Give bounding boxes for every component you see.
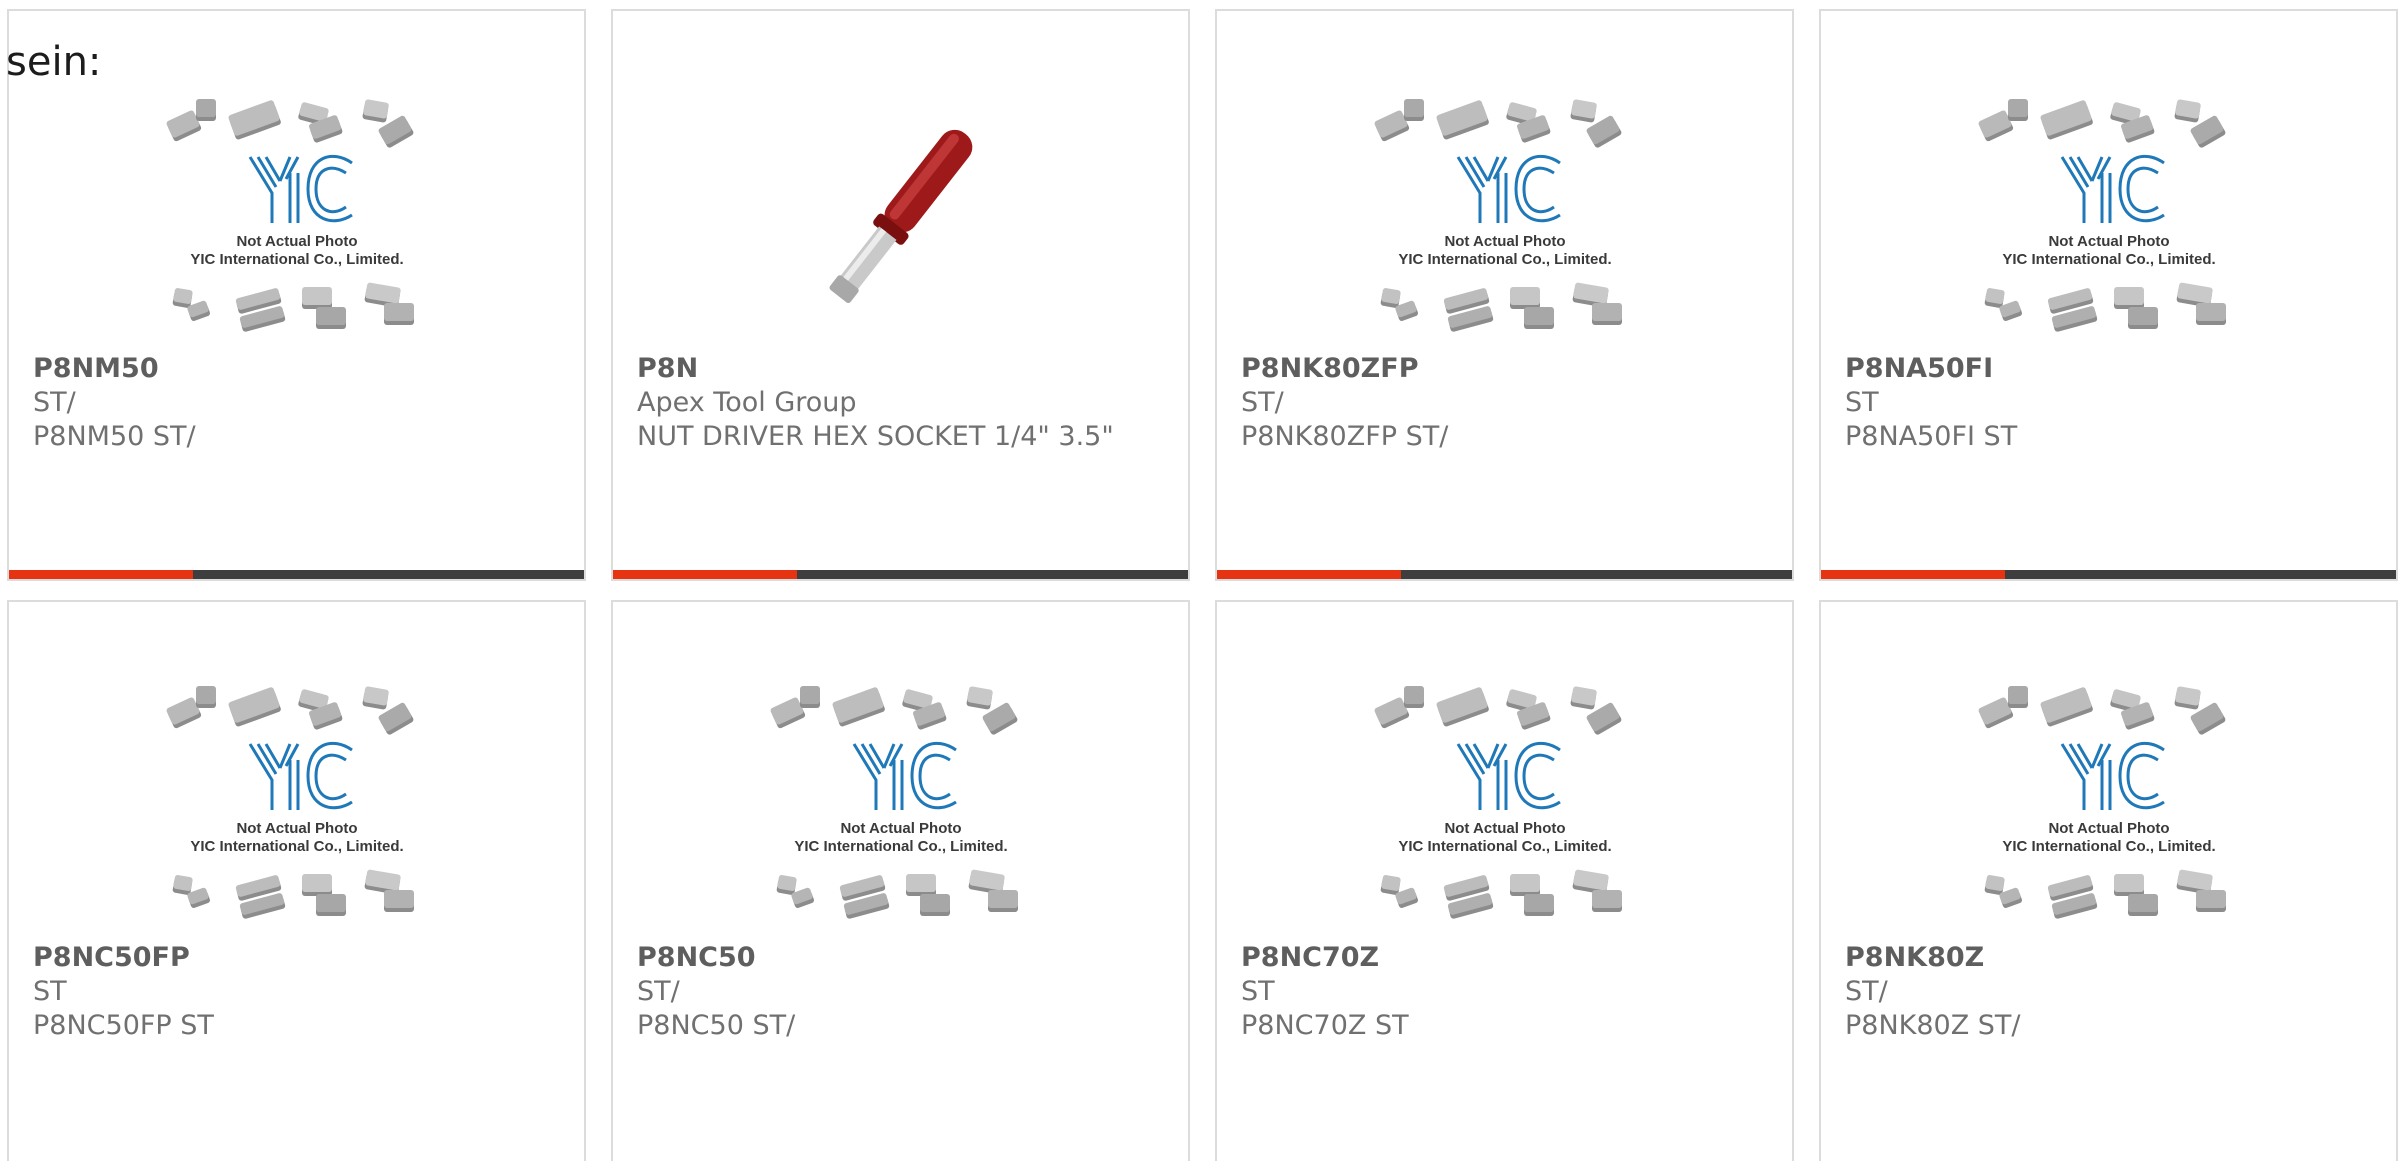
product-card[interactable]: Not Actual Photo YIC International Co., … — [7, 9, 586, 581]
product-info: P8NK80Z ST/ P8NK80Z ST/ — [1845, 941, 2376, 1043]
placeholder-caption-2: YIC International Co., Limited. — [190, 251, 403, 268]
part-number-link[interactable]: P8NC70Z — [1241, 941, 1772, 975]
product-info: P8NC70Z ST P8NC70Z ST — [1241, 941, 1772, 1043]
part-number-link[interactable]: P8NM50 — [33, 352, 564, 386]
chip-cluster-top — [1978, 99, 2225, 148]
chip-cluster-bottom — [172, 282, 414, 332]
placeholder-caption-1: Not Actual Photo — [236, 820, 357, 837]
product-info: P8NM50 ST/ P8NM50 ST/ — [33, 352, 564, 454]
placeholder-caption-2: YIC International Co., Limited. — [1398, 251, 1611, 268]
card-progress-fill — [1217, 570, 1401, 579]
card-progress-bar — [9, 570, 584, 579]
manufacturer: ST — [1241, 976, 1275, 1007]
product-info: P8NK80ZFP ST/ P8NK80ZFP ST/ — [1241, 352, 1772, 454]
manufacturer: ST — [33, 976, 67, 1007]
yic-logo — [248, 741, 353, 810]
product-card[interactable]: Not Actual Photo YIC International Co., … — [1819, 9, 2398, 581]
chip-cluster-top — [770, 686, 1017, 735]
not-actual-photo-placeholder[interactable]: Not Actual Photo YIC International Co., … — [9, 93, 584, 353]
product-description: P8NK80ZFP ST/ — [1241, 421, 1449, 452]
not-actual-photo-placeholder[interactable]: Not Actual Photo YIC International Co., … — [1217, 93, 1792, 353]
chip-cluster-bottom — [1380, 282, 1622, 332]
card-progress-bar — [1217, 570, 1792, 579]
product-card[interactable]: Not Actual Photo YIC International Co., … — [611, 600, 1190, 1161]
product-card[interactable]: P8N Apex Tool Group NUT DRIVER HEX SOCKE… — [611, 9, 1190, 581]
placeholder-caption-1: Not Actual Photo — [2048, 820, 2169, 837]
placeholder-caption-2: YIC International Co., Limited. — [190, 838, 403, 855]
chip-cluster-bottom — [1380, 869, 1622, 919]
product-description: P8NM50 ST/ — [33, 421, 196, 452]
not-actual-photo-placeholder[interactable]: Not Actual Photo YIC International Co., … — [1821, 680, 2396, 940]
yic-logo — [2060, 154, 2165, 223]
chip-cluster-bottom — [172, 869, 414, 919]
product-card[interactable]: Not Actual Photo YIC International Co., … — [1215, 9, 1794, 581]
product-info: P8N Apex Tool Group NUT DRIVER HEX SOCKE… — [637, 352, 1168, 454]
part-number-link[interactable]: P8N — [637, 352, 1168, 386]
product-info: P8NA50FI ST P8NA50FI ST — [1845, 352, 2376, 454]
product-card[interactable]: Not Actual Photo YIC International Co., … — [7, 600, 586, 1161]
placeholder-caption-1: Not Actual Photo — [2048, 233, 2169, 250]
placeholder-caption-2: YIC International Co., Limited. — [1398, 838, 1611, 855]
card-progress-bar — [613, 570, 1188, 579]
manufacturer: ST — [1845, 387, 1879, 418]
not-actual-photo-placeholder[interactable]: Not Actual Photo YIC International Co., … — [1821, 93, 2396, 353]
part-number-link[interactable]: P8NC50FP — [33, 941, 564, 975]
product-card[interactable]: Not Actual Photo YIC International Co., … — [1819, 600, 2398, 1161]
yic-logo — [1456, 741, 1561, 810]
product-description: P8NK80Z ST/ — [1845, 1010, 2021, 1041]
chip-cluster-top — [1374, 99, 1621, 148]
intro-text: sein: — [6, 39, 102, 85]
chip-cluster-top — [1374, 686, 1621, 735]
card-progress-fill — [613, 570, 797, 579]
part-number-link[interactable]: P8NK80Z — [1845, 941, 2376, 975]
card-progress-bar — [1821, 570, 2396, 579]
card-progress-fill — [9, 570, 193, 579]
product-info: P8NC50FP ST P8NC50FP ST — [33, 941, 564, 1043]
manufacturer: ST/ — [1241, 387, 1284, 418]
chip-cluster-top — [1978, 686, 2225, 735]
card-progress-fill — [1821, 570, 2005, 579]
part-number-link[interactable]: P8NA50FI — [1845, 352, 2376, 386]
chip-cluster-top — [166, 686, 413, 735]
placeholder-caption-1: Not Actual Photo — [1444, 820, 1565, 837]
product-grid-page: sein: Not Actual Photo YIC International… — [0, 0, 2400, 1161]
product-card[interactable]: Not Actual Photo YIC International Co., … — [1215, 600, 1794, 1161]
not-actual-photo-placeholder[interactable]: Not Actual Photo YIC International Co., … — [9, 680, 584, 940]
yic-logo — [2060, 741, 2165, 810]
yic-logo — [248, 154, 353, 223]
product-photo-nut-driver[interactable] — [613, 93, 1188, 353]
chip-cluster-bottom — [776, 869, 1018, 919]
product-description: P8NC50 ST/ — [637, 1010, 796, 1041]
chip-cluster-bottom — [1984, 869, 2226, 919]
product-description: P8NC70Z ST — [1241, 1010, 1409, 1041]
placeholder-caption-2: YIC International Co., Limited. — [2002, 838, 2215, 855]
product-info: P8NC50 ST/ P8NC50 ST/ — [637, 941, 1168, 1043]
not-actual-photo-placeholder[interactable]: Not Actual Photo YIC International Co., … — [613, 680, 1188, 940]
manufacturer: Apex Tool Group — [637, 387, 857, 418]
manufacturer: ST/ — [1845, 976, 1888, 1007]
product-description: P8NA50FI ST — [1845, 421, 2018, 452]
placeholder-caption-1: Not Actual Photo — [236, 233, 357, 250]
manufacturer: ST/ — [33, 387, 76, 418]
product-description: NUT DRIVER HEX SOCKET 1/4" 3.5" — [637, 421, 1114, 452]
part-number-link[interactable]: P8NC50 — [637, 941, 1168, 975]
chip-cluster-top — [166, 99, 413, 148]
placeholder-caption-1: Not Actual Photo — [840, 820, 961, 837]
yic-logo — [1456, 154, 1561, 223]
placeholder-caption-1: Not Actual Photo — [1444, 233, 1565, 250]
chip-cluster-bottom — [1984, 282, 2226, 332]
not-actual-photo-placeholder[interactable]: Not Actual Photo YIC International Co., … — [1217, 680, 1792, 940]
placeholder-caption-2: YIC International Co., Limited. — [794, 838, 1007, 855]
placeholder-caption-2: YIC International Co., Limited. — [2002, 251, 2215, 268]
yic-logo — [852, 741, 957, 810]
manufacturer: ST/ — [637, 976, 680, 1007]
part-number-link[interactable]: P8NK80ZFP — [1241, 352, 1772, 386]
product-description: P8NC50FP ST — [33, 1010, 214, 1041]
